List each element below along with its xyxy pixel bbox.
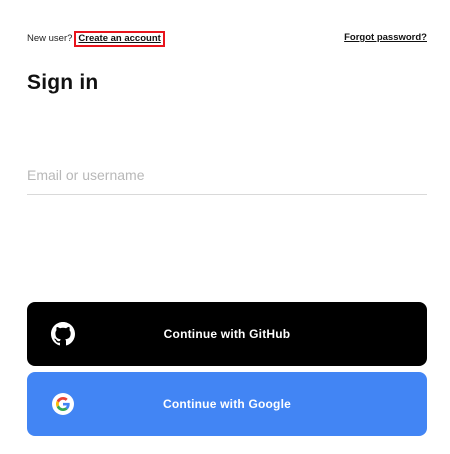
page-title: Sign in <box>27 71 99 94</box>
top-links-row: New user? Create an account Forgot passw… <box>27 31 427 47</box>
forgot-password-link[interactable]: Forgot password? <box>344 31 427 45</box>
create-account-link[interactable]: Create an account <box>74 31 165 47</box>
email-field-container <box>27 160 427 195</box>
continue-with-github-button[interactable]: Continue with GitHub <box>27 302 427 366</box>
new-user-prompt: New user? Create an account <box>27 31 165 47</box>
sign-in-page: New user? Create an account Forgot passw… <box>0 0 450 454</box>
google-icon <box>51 392 75 416</box>
new-user-text: New user? <box>27 33 73 44</box>
github-icon <box>51 322 75 346</box>
google-button-label: Continue with Google <box>163 397 291 411</box>
email-username-input[interactable] <box>27 160 427 190</box>
github-button-label: Continue with GitHub <box>163 327 291 341</box>
continue-with-google-button[interactable]: Continue with Google <box>27 372 427 436</box>
